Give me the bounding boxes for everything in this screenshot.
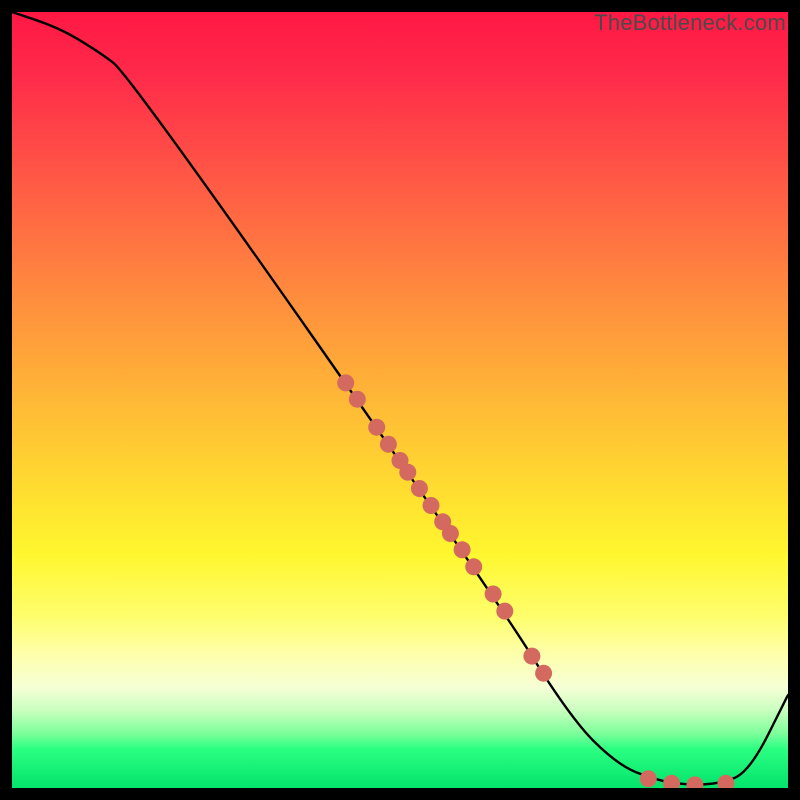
marker-point [454,541,471,558]
marker-point [717,775,734,788]
marker-point [663,775,680,788]
marker-point [686,776,703,788]
marker-point [640,770,657,787]
chart-overlay [12,12,788,788]
marker-point [399,464,416,481]
chart-container: TheBottleneck.com [0,0,800,800]
marker-point [411,480,428,497]
marker-point [380,436,397,453]
marker-point [337,374,354,391]
marker-point [368,419,385,436]
marker-point [349,391,366,408]
scatter-markers [337,374,734,788]
marker-point [496,603,513,620]
line-series [12,12,788,785]
marker-point [485,586,502,603]
curve-line [12,12,788,785]
marker-point [535,665,552,682]
marker-point [442,525,459,542]
watermark-text: TheBottleneck.com [594,10,786,36]
marker-point [465,558,482,575]
marker-point [423,497,440,514]
marker-point [523,648,540,665]
